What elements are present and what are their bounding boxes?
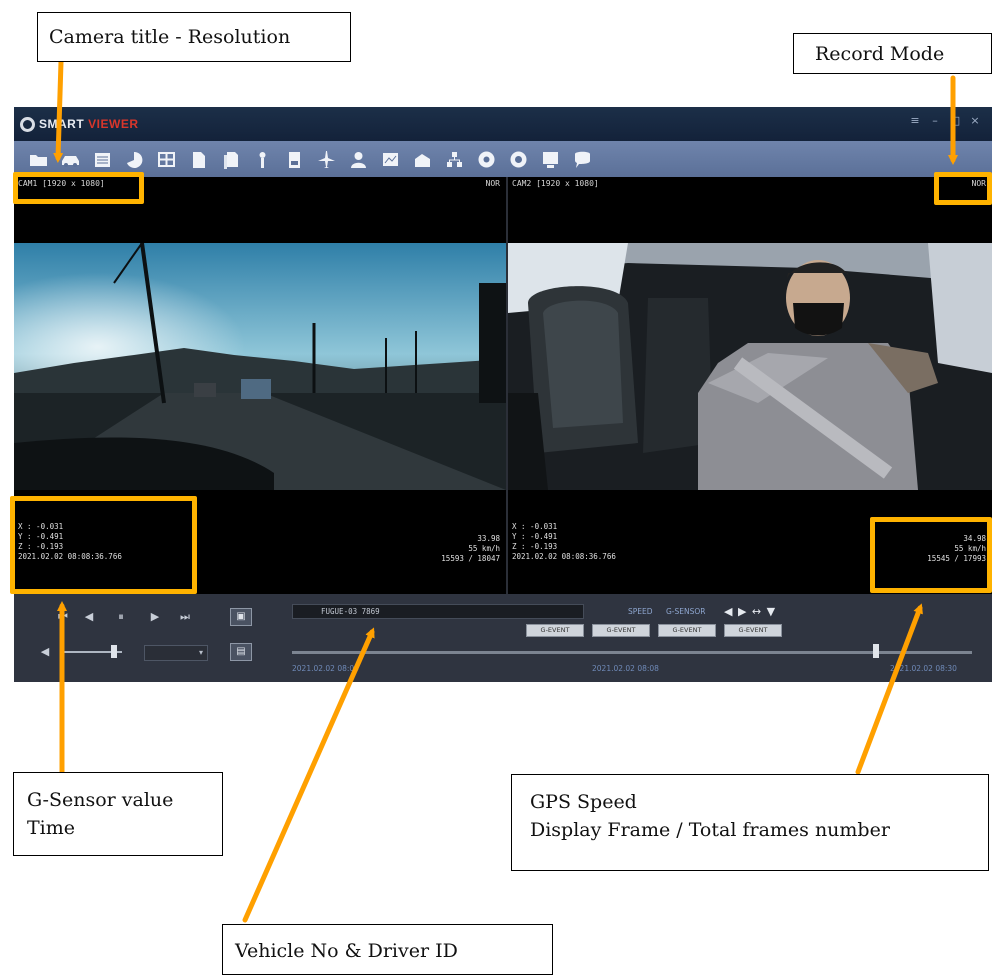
callout-text-line2: Time <box>27 817 76 839</box>
gsensor-label: G-SENSOR <box>666 607 706 616</box>
speed-value: 33.98 <box>477 534 500 543</box>
close-icon[interactable]: × <box>968 114 982 128</box>
event-button[interactable]: G-EVENT <box>658 624 716 637</box>
playback-speed-select[interactable]: ▾ <box>144 645 208 661</box>
event-button[interactable]: G-EVENT <box>592 624 650 637</box>
cabin-camera-video <box>508 243 992 490</box>
callout-text-line1: G-Sensor value <box>27 789 174 811</box>
network-icon[interactable] <box>444 149 465 170</box>
playback-timeline[interactable] <box>292 651 972 654</box>
airplane-icon[interactable] <box>316 149 337 170</box>
maximize-icon[interactable]: □ <box>948 114 962 128</box>
logo-ring-icon <box>20 116 35 132</box>
title-bar: SMART VIEWER ≡ – □ × <box>14 107 992 141</box>
highlight-record-mode <box>934 172 992 205</box>
callout-text-line1: GPS Speed <box>530 791 637 813</box>
vehicle-driver-field: FUGUE-03 7869 <box>292 604 584 619</box>
highlight-gps-speed <box>870 517 992 593</box>
callout-text-line2: Display Frame / Total frames number <box>530 819 890 841</box>
snapshot-button[interactable]: ▣ <box>230 608 252 626</box>
callout-gps-frames: GPS Speed Display Frame / Total frames n… <box>511 774 989 871</box>
map-icon[interactable] <box>380 149 401 170</box>
person-icon[interactable] <box>252 149 273 170</box>
building-icon[interactable] <box>412 149 433 170</box>
gsensor-x: X : -0.031 <box>512 522 558 531</box>
document-icon[interactable] <box>188 149 209 170</box>
step-back-icon[interactable]: ◀ <box>80 608 98 626</box>
dial-icon[interactable] <box>476 149 497 170</box>
step-forward-icon[interactable]: ▶ <box>146 608 164 626</box>
callout-gsensor-time: G-Sensor value Time <box>13 772 223 856</box>
folder-icon[interactable] <box>28 149 49 170</box>
chat-icon[interactable] <box>572 149 593 170</box>
callout-record-mode: Record Mode <box>793 33 992 74</box>
speed-frames-osd: 33.98 55 km/h 15593 / 18047 <box>441 534 500 564</box>
timeline-current-time: 2021.02.02 08:08 <box>592 664 659 673</box>
grid-icon[interactable] <box>156 149 177 170</box>
pane-header: CAM2 [1920 x 1080] NOR <box>508 177 992 191</box>
event-button[interactable]: G-EVENT <box>526 624 584 637</box>
menu-icon[interactable]: ≡ <box>908 114 922 128</box>
callout-camera-title: Camera title - Resolution <box>37 12 351 62</box>
settings-icon[interactable] <box>508 149 529 170</box>
main-toolbar <box>14 141 992 177</box>
callout-text: Record Mode <box>815 43 945 65</box>
speaker-icon[interactable]: ◀ <box>36 643 54 661</box>
front-camera-video <box>14 243 506 490</box>
report-icon[interactable] <box>284 149 305 170</box>
timeline-thumb[interactable] <box>873 644 879 658</box>
speed-unit: 55 km/h <box>468 544 500 553</box>
frame-count: 15593 / 18047 <box>441 554 500 563</box>
callout-text: Vehicle No & Driver ID <box>235 940 458 962</box>
pause-icon[interactable]: ⏸ <box>112 608 130 626</box>
documents-icon[interactable] <box>220 149 241 170</box>
user-icon[interactable] <box>348 149 369 170</box>
timeline-start-time: 2021.02.02 08:00 <box>292 664 359 673</box>
gsensor-time-osd: X : -0.031 Y : -0.491 Z : -0.193 2021.02… <box>512 522 616 562</box>
timeline-end-time: 2021.02.02 08:30 <box>890 664 957 673</box>
dashcam-viewer-window: SMART VIEWER ≡ – □ × CAM1 [1920 x 1080] … <box>14 107 992 682</box>
highlight-camera-title <box>13 172 144 204</box>
volume-slider-thumb[interactable] <box>111 645 117 658</box>
highlight-gsensor <box>10 496 197 594</box>
app-logo: SMART VIEWER <box>20 115 139 133</box>
callout-text: Camera title - Resolution <box>49 26 291 48</box>
gsensor-y: Y : -0.491 <box>512 532 558 541</box>
skip-forward-icon[interactable]: ⏭ <box>176 608 194 626</box>
gsensor-z: Z : -0.193 <box>512 542 558 551</box>
camera-title: CAM2 [1920 x 1080] <box>512 179 599 188</box>
graph-nav-buttons[interactable]: ◀ ▶ ↔ ▼ <box>724 605 776 618</box>
pie-icon[interactable] <box>124 149 145 170</box>
event-button[interactable]: G-EVENT <box>724 624 782 637</box>
window-controls: ≡ – □ × <box>908 114 982 128</box>
speed-label: SPEED <box>628 607 653 616</box>
list-icon[interactable] <box>92 149 113 170</box>
minimize-icon[interactable]: – <box>928 114 942 128</box>
monitor-icon[interactable] <box>540 149 561 170</box>
timestamp: 2021.02.02 08:08:36.766 <box>512 552 616 561</box>
capture-button[interactable]: ▤ <box>230 643 252 661</box>
skip-back-icon[interactable]: ⏮ <box>54 608 72 626</box>
car-icon[interactable] <box>60 149 81 170</box>
record-mode: NOR <box>485 179 500 188</box>
callout-vehicle-driver: Vehicle No & Driver ID <box>222 924 553 975</box>
logo-text-secondary: VIEWER <box>88 117 139 131</box>
playback-controls: ⏮ ◀ ⏸ ▶ ⏭ ▣ ▤ ◀ ▾ FUGUE-03 7869 SPEED G-… <box>14 594 992 682</box>
logo-text-primary: SMART <box>39 117 85 131</box>
